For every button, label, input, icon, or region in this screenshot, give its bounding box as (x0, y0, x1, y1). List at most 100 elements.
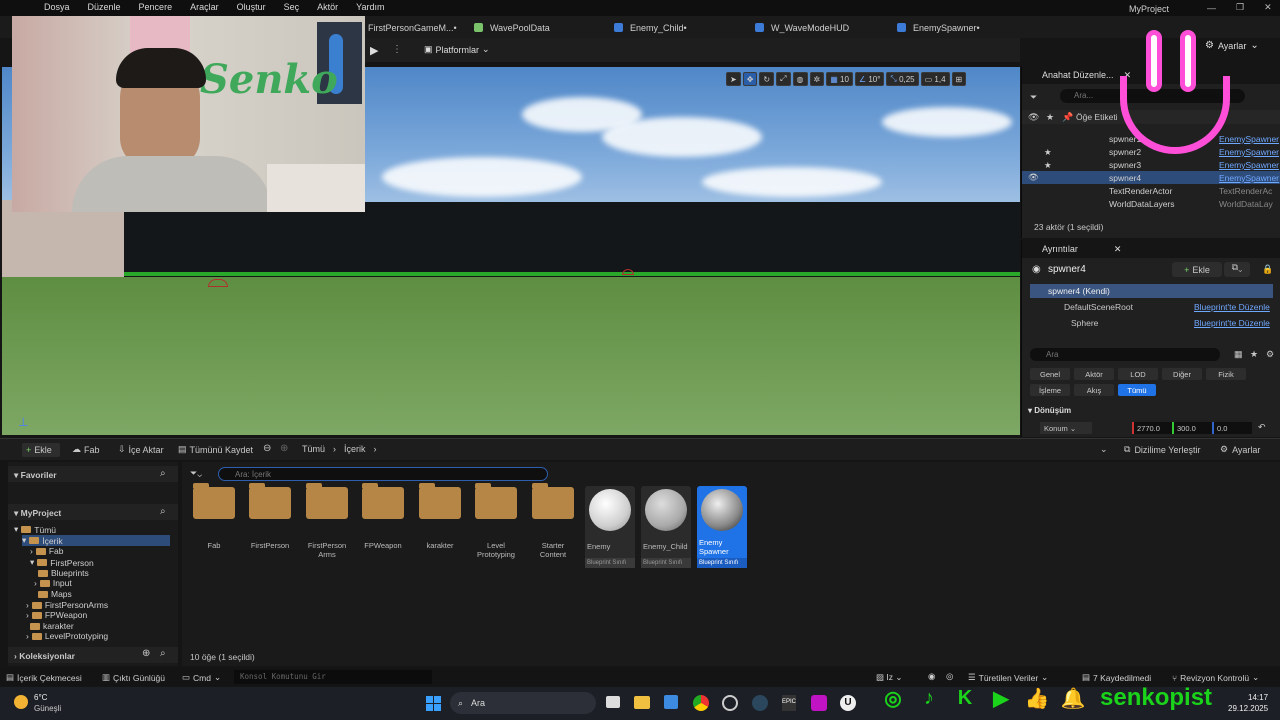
tree-all[interactable]: ▾ Tümü (14, 524, 56, 535)
star-icon[interactable]: ★ (1250, 349, 1258, 360)
surface-snap-icon[interactable]: ✲ (809, 72, 825, 86)
folder-firstpersonarms[interactable]: FirstPerson Arms (303, 483, 351, 559)
gear-icon[interactable]: ⚙ (1266, 349, 1274, 360)
camera-icon[interactable]: ◎ (946, 671, 953, 682)
component-sphere[interactable]: Sphere (1071, 318, 1098, 328)
move-tool-icon[interactable]: ✥ (742, 72, 758, 86)
tab-enemyspawner[interactable]: EnemySpawner• (897, 19, 980, 36)
unreal-engine-icon[interactable]: U (840, 695, 856, 711)
minimize-icon[interactable]: — (1207, 3, 1216, 13)
tree-firstperson[interactable]: ▾ FirstPerson (30, 557, 94, 568)
menu-edit[interactable]: Düzenle (88, 2, 121, 12)
tree-levelprototyping[interactable]: › LevelPrototyping (26, 631, 108, 641)
tree-fab[interactable]: › Fab (30, 546, 64, 556)
add-collection-icon[interactable]: ⊕ (142, 648, 150, 659)
folder-fab[interactable]: Fab (190, 483, 238, 550)
location-z-input[interactable]: 0.0 (1212, 422, 1252, 434)
asset-enemy[interactable]: Enemy Blueprint Sınıfı (585, 486, 635, 568)
outliner-row[interactable]: WorldDataLayers WorldDataLay (1022, 197, 1280, 210)
pin-icon[interactable]: 📌 (1062, 112, 1073, 123)
search-icon[interactable]: ⌕ (160, 506, 166, 517)
tree-blueprints[interactable]: Blueprints (38, 568, 89, 578)
tab-enemy-child[interactable]: Enemy_Child• (614, 19, 687, 36)
close-icon[interactable]: ✕ (1114, 244, 1122, 255)
folder-karakter[interactable]: karakter (416, 483, 464, 550)
category-general[interactable]: Genel (1030, 368, 1070, 380)
scale-snap-button[interactable]: ⤡ 0,25 (886, 72, 919, 86)
output-log-button[interactable]: ▥ Çıktı Günlüğü (102, 672, 165, 683)
spawner-marker[interactable] (208, 279, 228, 287)
select-tool-icon[interactable]: ➤ (726, 72, 741, 86)
back-icon[interactable]: ⊖ (263, 443, 271, 454)
app-icon[interactable] (722, 695, 738, 711)
platforms-button[interactable]: ▣ Platformlar ⌄ (424, 44, 490, 55)
folder-firstperson[interactable]: FirstPerson (246, 483, 294, 550)
tab-wavepooldata[interactable]: WavePoolData (474, 19, 550, 36)
add-button[interactable]: + Ekle (22, 443, 60, 457)
collections-header[interactable]: › Koleksiyonlar (8, 647, 178, 663)
rotation-snap-button[interactable]: ∠ 10° (854, 72, 885, 86)
menu-file[interactable]: Dosya (44, 2, 70, 12)
folder-fpweapon[interactable]: FPWeapon (359, 483, 407, 550)
clock-date[interactable]: 29.12.2025 (1228, 704, 1268, 713)
visibility-icon[interactable]: 👁 (1028, 112, 1039, 123)
menu-help[interactable]: Yardım (356, 2, 384, 12)
lock-icon[interactable]: 🔒 (1262, 264, 1273, 275)
details-search-input[interactable]: Ara (1030, 348, 1220, 361)
save-all-button[interactable]: ▤ Tümünü Kaydet (178, 444, 253, 455)
category-lod[interactable]: LOD (1118, 368, 1158, 380)
fab-button[interactable]: ☁ Fab (72, 444, 100, 455)
unsaved-button[interactable]: ▤ 7 Kaydedilmedi (1082, 672, 1151, 683)
location-x-input[interactable]: 2770.0 (1132, 422, 1174, 434)
close-icon[interactable]: ✕ (1264, 2, 1272, 13)
category-actor[interactable]: Aktör (1074, 368, 1114, 380)
search-icon[interactable]: ⌕ (160, 648, 166, 659)
outliner-row[interactable]: TextRenderActor TextRenderAc (1022, 184, 1280, 197)
windows-start-icon[interactable] (426, 696, 441, 711)
menu-actor[interactable]: Aktör (317, 2, 338, 12)
tree-content[interactable]: ▾ İçerik (22, 535, 170, 546)
edit-in-blueprint-link[interactable]: Blueprint'te Düzenle (1194, 302, 1270, 312)
import-button[interactable]: ⇩ İçe Aktar (118, 444, 164, 455)
menu-create[interactable]: Oluştur (237, 2, 266, 12)
asset-enemy-child[interactable]: Enemy_Child Blueprint Sınıfı (641, 486, 691, 568)
location-y-input[interactable]: 300.0 (1172, 422, 1212, 434)
tree-firstpersonarms[interactable]: › FirstPersonArms (26, 600, 108, 610)
spawner-marker[interactable] (622, 269, 634, 275)
chevron-down-icon[interactable]: ⌄ (1100, 444, 1108, 455)
steam-icon[interactable] (752, 695, 768, 711)
world-space-icon[interactable]: ◍ (792, 72, 808, 86)
layout-icon[interactable]: ⊞ (951, 72, 967, 86)
file-explorer-icon[interactable] (634, 696, 650, 709)
content-settings-button[interactable]: ⚙ Ayarlar (1220, 444, 1260, 455)
category-streaming[interactable]: Akış (1074, 384, 1114, 396)
tree-maps[interactable]: Maps (38, 589, 72, 599)
tree-fpweapon[interactable]: › FPWeapon (26, 610, 87, 620)
outliner-row-selected[interactable]: 👁 spwner4 EnemySpawner (1022, 171, 1280, 184)
cmd-dropdown[interactable]: ▭ Cmd ⌄ (182, 672, 221, 683)
filter-icon[interactable]: ⏷⌄ (190, 468, 202, 479)
category-physics[interactable]: Fizik (1206, 368, 1246, 380)
scale-tool-icon[interactable]: ⤢ (776, 72, 791, 86)
search-icon[interactable]: ⌕ (160, 468, 166, 479)
edit-in-blueprint-link[interactable]: Blueprint'te Düzenle (1194, 318, 1270, 328)
project-header[interactable]: ▾ MyProject (8, 504, 178, 520)
taskbar-search[interactable]: ⌕ Ara (450, 692, 596, 714)
epic-games-icon[interactable]: EPIC (782, 695, 796, 711)
derived-data-button[interactable]: ☰ Türetilen Veriler ⌄ (968, 672, 1048, 683)
tree-input[interactable]: › Input (34, 578, 72, 588)
asset-enemy-spawner-selected[interactable]: Enemy Spawner Blueprint Sınıfı (697, 486, 747, 568)
favorites-header[interactable]: ▾ Favoriler (8, 466, 178, 482)
camera-speed-button[interactable]: ▭ 1,4 (920, 72, 950, 86)
tab-firstpersongamemode[interactable]: FirstPersonGameM...• (352, 19, 457, 36)
clock-time[interactable]: 14:17 (1248, 693, 1268, 702)
trace-icon[interactable]: ▨ Iz ⌄ (876, 672, 903, 683)
details-tab[interactable]: Ayrıntılar ✕ (1022, 240, 1280, 258)
task-view-icon[interactable] (606, 696, 620, 708)
content-drawer-button[interactable]: ▤ İçerik Çekmecesi (6, 672, 82, 683)
star-icon[interactable]: ★ (1046, 112, 1054, 123)
menu-tools[interactable]: Araçlar (190, 2, 219, 12)
rotate-tool-icon[interactable]: ↻ (759, 72, 775, 86)
maximize-icon[interactable]: ❐ (1236, 2, 1244, 13)
folder-levelprototyping[interactable]: Level Prototyping (472, 483, 520, 559)
